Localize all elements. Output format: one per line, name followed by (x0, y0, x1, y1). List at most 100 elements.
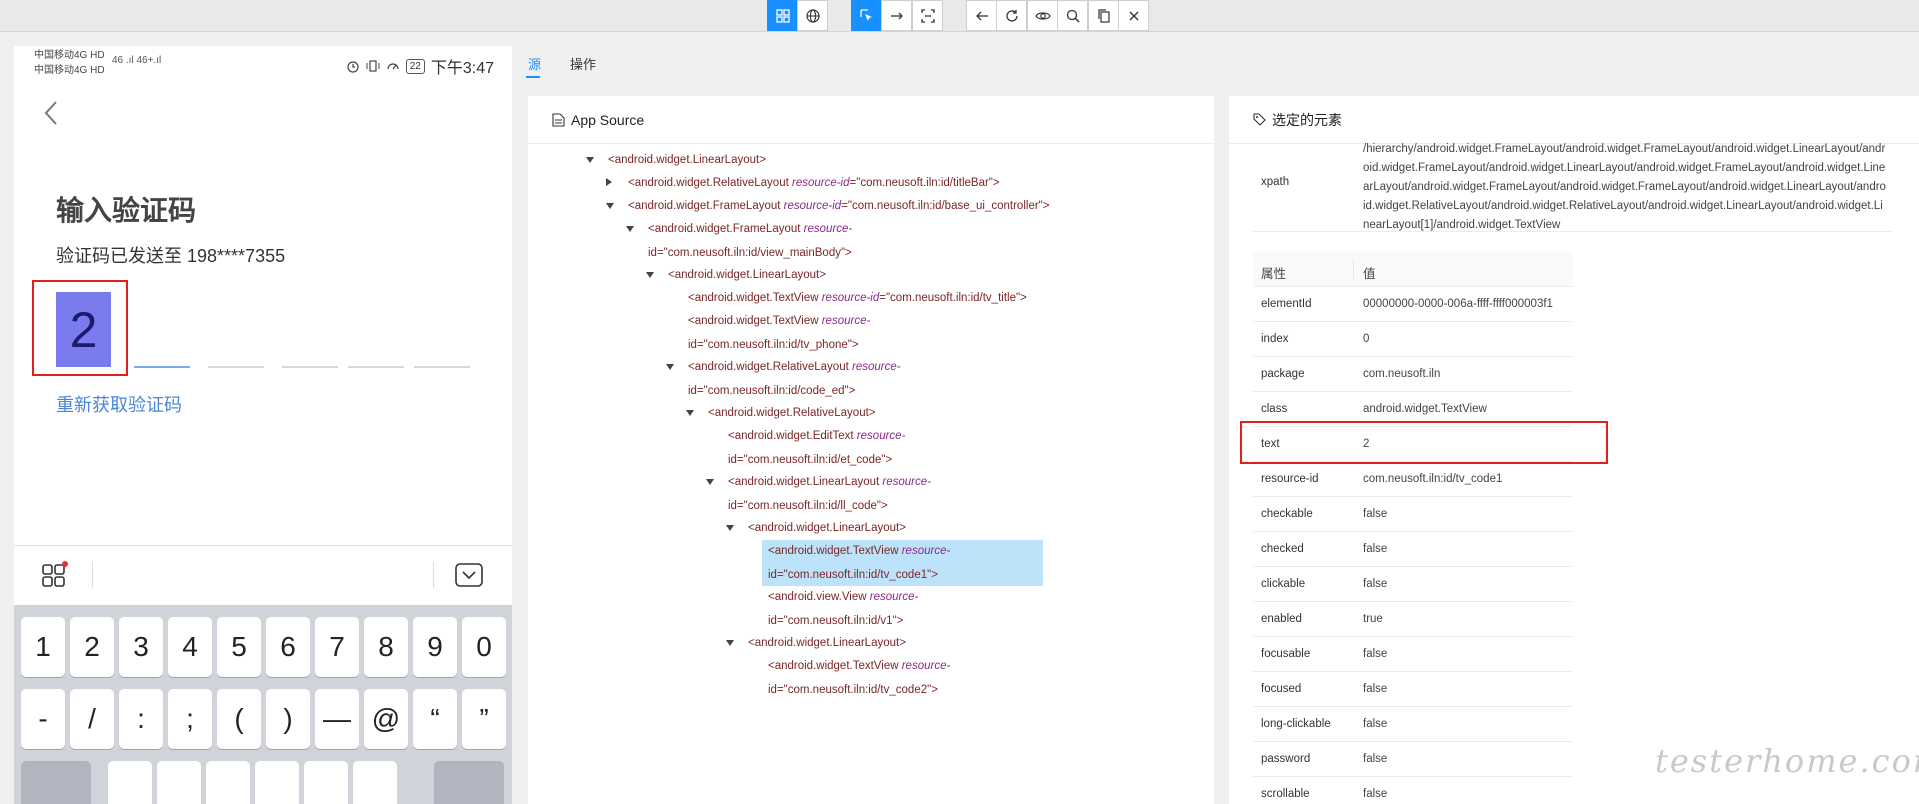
divider (433, 562, 434, 588)
source-tree-node[interactable]: <android.widget.RelativeLayout> (708, 401, 876, 425)
collapse-caret-icon[interactable] (646, 272, 654, 278)
key-0[interactable]: 0 (462, 617, 506, 677)
collapse-caret-icon[interactable] (726, 640, 734, 646)
source-tree-node[interactable]: <android.widget.LinearLayout> (668, 263, 826, 287)
key-symbols[interactable] (21, 761, 91, 804)
key-slash[interactable]: / (70, 689, 114, 749)
back-arrow-icon[interactable] (40, 98, 64, 128)
key-open-paren[interactable]: ( (217, 689, 261, 749)
collapse-caret-icon[interactable] (586, 157, 594, 163)
xpath-value[interactable]: /hierarchy/android.widget.FrameLayout/an… (1363, 140, 1888, 235)
copy-xml-button[interactable] (1088, 0, 1119, 31)
attribute-value[interactable]: false (1363, 683, 1387, 695)
tab-actions[interactable]: 操作 (570, 54, 596, 73)
key-2[interactable]: 2 (70, 617, 114, 677)
watermark: testerhome.com (1655, 742, 1919, 780)
toggle-attributes-button[interactable] (1027, 0, 1058, 31)
collapse-caret-icon[interactable] (706, 479, 714, 485)
select-elements-button[interactable] (851, 0, 882, 31)
node-attribute-value: ="com.neusoft.iln:id/titleBar"> (849, 177, 1000, 189)
key-colon[interactable]: : (119, 689, 163, 749)
tab-source[interactable]: 源 (528, 54, 541, 73)
resend-code-link[interactable]: 重新获取验证码 (56, 391, 182, 417)
source-tree-node[interactable]: <android.widget.TextView resource-id="co… (768, 539, 950, 587)
key-row3-2[interactable] (157, 761, 201, 804)
source-tree-node[interactable]: <android.view.View resource-id="com.neus… (768, 585, 918, 633)
key-row3-6[interactable] (353, 761, 397, 804)
node-attribute-name: resource-id (791, 177, 850, 189)
native-app-mode-button[interactable] (767, 0, 798, 31)
attribute-value[interactable]: false (1363, 578, 1387, 590)
source-tree-node[interactable]: <android.widget.TextView resource-id="co… (688, 286, 1027, 310)
key-left-quote[interactable]: “ (413, 689, 457, 749)
source-tree-node[interactable]: <android.widget.EditText resource-id="co… (728, 424, 905, 472)
attribute-value[interactable]: false (1363, 543, 1387, 555)
key-em-dash[interactable]: — (315, 689, 359, 749)
key-1[interactable]: 1 (21, 617, 65, 677)
quit-session-button[interactable] (1118, 0, 1149, 31)
key-semicolon[interactable]: ; (168, 689, 212, 749)
attribute-value[interactable]: 0 (1363, 333, 1369, 345)
source-tree-node[interactable]: <android.widget.LinearLayout> (748, 516, 906, 540)
attribute-name: scrollable (1261, 788, 1310, 800)
attribute-value[interactable]: com.neusoft.iln (1363, 368, 1440, 380)
key-right-quote[interactable]: ” (462, 689, 506, 749)
key-7[interactable]: 7 (315, 617, 359, 677)
key-row3-3[interactable] (206, 761, 250, 804)
source-tree-node[interactable]: <android.widget.TextView resource-id="co… (688, 309, 870, 357)
attribute-row-password: password false (1253, 742, 1573, 777)
key-4[interactable]: 4 (168, 617, 212, 677)
attribute-value[interactable]: false (1363, 718, 1387, 730)
hide-keyboard-icon[interactable] (454, 562, 484, 588)
attribute-value[interactable]: false (1363, 508, 1387, 520)
source-tree-node[interactable]: <android.widget.LinearLayout resource-id… (728, 470, 931, 518)
key-row3-5[interactable] (304, 761, 348, 804)
carrier-2: 中国移动4G HD (34, 65, 105, 76)
key-6[interactable]: 6 (266, 617, 310, 677)
source-tree-node[interactable]: <android.widget.FrameLayout resource-id=… (628, 194, 1049, 218)
collapse-caret-icon[interactable] (606, 203, 614, 209)
attribute-value[interactable]: false (1363, 788, 1387, 800)
collapse-caret-icon[interactable] (726, 525, 734, 531)
key-row3-1[interactable] (108, 761, 152, 804)
attribute-value[interactable]: false (1363, 648, 1387, 660)
key-9[interactable]: 9 (413, 617, 457, 677)
refresh-button[interactable] (996, 0, 1027, 31)
source-tree-node[interactable]: <android.widget.TextView resource-id="co… (768, 654, 950, 702)
attribute-value[interactable]: com.neusoft.iln:id/tv_code1 (1363, 473, 1502, 485)
attribute-row-checked: checked false (1253, 532, 1573, 567)
attribute-value[interactable]: true (1363, 613, 1383, 625)
attribute-value[interactable]: android.widget.TextView (1363, 403, 1487, 415)
search-button[interactable] (1057, 0, 1088, 31)
key-3[interactable]: 3 (119, 617, 163, 677)
key-close-paren[interactable]: ) (266, 689, 310, 749)
attribute-row-elementId: elementId 00000000-0000-006a-ffff-ffff000… (1253, 287, 1573, 322)
key-5[interactable]: 5 (217, 617, 261, 677)
key-backspace[interactable] (434, 761, 504, 804)
source-tree-node[interactable]: <android.widget.LinearLayout> (608, 148, 766, 172)
web-mode-icon (805, 8, 820, 23)
xpath-row: xpath /hierarchy/android.widget.FrameLay… (1253, 140, 1893, 232)
collapse-caret-icon[interactable] (686, 410, 694, 416)
back-button[interactable] (966, 0, 997, 31)
key-8[interactable]: 8 (364, 617, 408, 677)
source-tree-node[interactable]: <android.widget.RelativeLayout resource-… (688, 355, 901, 403)
node-tag: <android.widget.TextView (688, 292, 822, 304)
collapse-caret-icon[interactable] (626, 226, 634, 232)
attribute-value[interactable]: false (1363, 753, 1387, 765)
source-tree-node[interactable]: <android.widget.RelativeLayout resource-… (628, 171, 1000, 195)
apps-grid-icon[interactable] (40, 560, 70, 590)
web-mode-button[interactable] (797, 0, 828, 31)
attribute-value[interactable]: 00000000-0000-006a-ffff-ffff000003f1 (1363, 298, 1553, 310)
device-screenshot[interactable]: 中国移动4G HD 中国移动4G HD 46 .ıl 46+.ıl 22 下午3… (14, 46, 512, 804)
key-dash[interactable]: - (21, 689, 65, 749)
source-tree-node[interactable]: <android.widget.FrameLayout resource-id=… (648, 217, 852, 265)
collapse-caret-icon[interactable] (666, 364, 674, 370)
tap-by-coordinates-button[interactable] (912, 0, 943, 31)
swipe-by-coordinates-button[interactable] (881, 0, 912, 31)
expand-caret-icon[interactable] (606, 178, 612, 186)
node-tag: <android.widget.RelativeLayout> (708, 407, 876, 419)
key-row3-4[interactable] (255, 761, 299, 804)
key-at[interactable]: @ (364, 689, 408, 749)
source-tree-node[interactable]: <android.widget.LinearLayout> (748, 631, 906, 655)
